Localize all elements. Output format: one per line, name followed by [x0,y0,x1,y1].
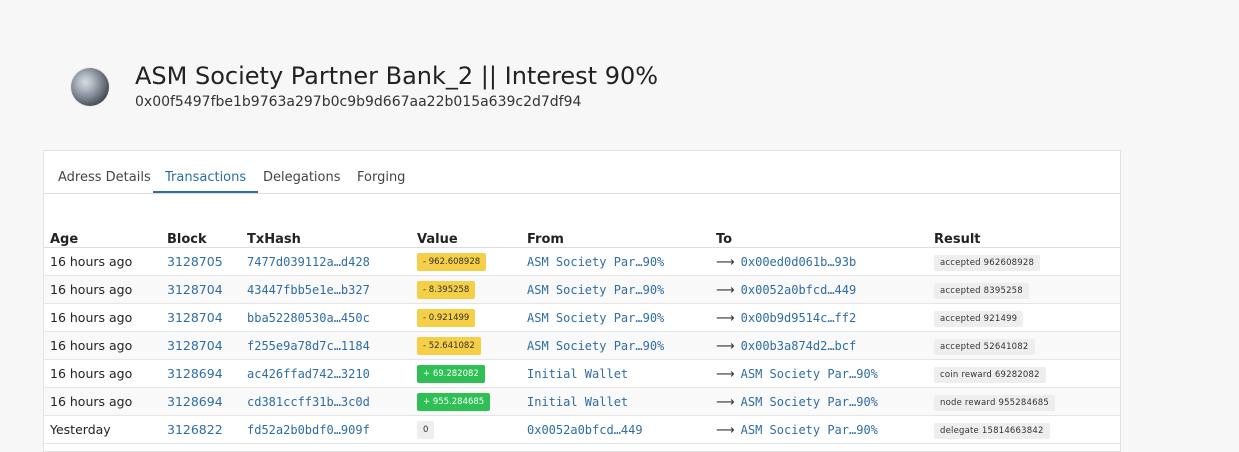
arrow-right-icon: ⟶ [716,310,735,326]
tab-delegations[interactable]: Delegations [251,151,353,193]
txhash-link[interactable]: f255e9a78d7c…1184 [247,339,370,353]
tab-address-details[interactable]: Adress Details [46,151,163,193]
txhash-link[interactable]: 7477d039112a…d428 [247,255,370,269]
table-row: Yesterday 3126822 fd52a2b0bdf0…909f 0 0x… [44,415,1120,444]
from-link[interactable]: ASM Society Par…90% [527,339,664,353]
block-link[interactable]: 3128694 [167,366,223,381]
to-link[interactable]: ASM Society Par…90% [741,395,878,409]
to-link[interactable]: 0x00b9d9514c…ff2 [741,311,857,325]
block-link[interactable]: 3128704 [167,282,223,297]
result-badge: coin reward 69282082 [934,366,1046,383]
result-badge: accepted 962608928 [934,254,1041,271]
arrow-right-icon: ⟶ [716,338,735,354]
age-cell: 16 hours ago [44,359,161,388]
block-link[interactable]: 3128705 [167,254,223,269]
txhash-link[interactable]: 43447fbb5e1e…b327 [247,283,370,297]
value-badge: 0 [417,421,435,439]
from-link[interactable]: ASM Society Par…90% [527,311,664,325]
tab-transactions[interactable]: Transactions [153,151,259,193]
block-link[interactable]: 3126822 [167,422,223,437]
block-link[interactable]: 3128694 [167,394,223,409]
age-cell: Yesterday [44,415,161,444]
table-row: 16 hours ago 3128704 f255e9a78d7c…1184 -… [44,331,1120,360]
block-link[interactable]: 3128704 [167,310,223,325]
table-row: 16 hours ago 3128704 bba52280530a…450c -… [44,303,1120,332]
table-row: 16 hours ago 3128705 7477d039112a…d428 -… [44,247,1120,276]
result-badge: delegate 15814663842 [934,422,1050,439]
block-link[interactable]: 3128704 [167,338,223,353]
from-link[interactable]: 0x0052a0bfcd…449 [527,423,643,437]
to-link[interactable]: 0x00b3a874d2…bcf [741,339,857,353]
column-header-value: Value [411,227,521,248]
arrow-right-icon: ⟶ [716,254,735,270]
arrow-right-icon: ⟶ [716,394,735,410]
to-link[interactable]: 0x00ed0d061b…93b [741,255,857,269]
table-row: 16 hours ago 3128694 cd381ccff31b…3c0d +… [44,387,1120,416]
result-badge: accepted 8395258 [934,282,1029,299]
page-title: ASM Society Partner Bank_2 || Interest 9… [135,62,659,90]
value-badge: + 69.282082 [417,365,485,383]
txhash-link[interactable]: fd52a2b0bdf0…909f [247,423,370,437]
arrow-right-icon: ⟶ [716,282,735,298]
column-header-age: Age [44,227,161,248]
to-link[interactable]: 0x0052a0bfcd…449 [741,283,857,297]
column-header-to: To [710,227,928,248]
value-badge: + 955.284685 [417,393,491,411]
column-header-result: Result [928,227,1120,248]
avatar [71,68,109,106]
txhash-link[interactable]: ac426ffad742…3210 [247,367,370,381]
from-link[interactable]: ASM Society Par…90% [527,283,664,297]
column-header-txhash: TxHash [241,227,411,248]
arrow-right-icon: ⟶ [716,422,735,438]
value-badge: - 8.395258 [417,281,476,299]
column-header-from: From [521,227,710,248]
txhash-link[interactable]: bba52280530a…450c [247,311,370,325]
age-cell: 16 hours ago [44,303,161,332]
result-badge: accepted 921499 [934,310,1024,327]
age-cell: 16 hours ago [44,331,161,360]
table-header-row: Age Block TxHash Value From To Result [44,227,1120,248]
arrow-right-icon: ⟶ [716,366,735,382]
value-badge: - 962.608928 [417,253,487,271]
value-badge: - 0.921499 [417,309,476,327]
tab-bar: Adress Details Transactions Delegations … [44,151,1120,194]
transactions-table: Age Block TxHash Value From To Result 16… [44,227,1120,444]
age-cell: 16 hours ago [44,275,161,304]
content-panel: Adress Details Transactions Delegations … [43,150,1121,452]
table-row: 16 hours ago 3128704 43447fbb5e1e…b327 -… [44,275,1120,304]
tab-forging[interactable]: Forging [345,151,417,193]
from-link[interactable]: Initial Wallet [527,395,628,409]
table-row: 16 hours ago 3128694 ac426ffad742…3210 +… [44,359,1120,388]
wallet-address: 0x00f5497fbe1b9763a297b0c9b9d667aa22b015… [135,94,582,110]
txhash-link[interactable]: cd381ccff31b…3c0d [247,395,370,409]
from-link[interactable]: Initial Wallet [527,367,628,381]
result-badge: node reward 955284685 [934,394,1055,411]
result-badge: accepted 52641082 [934,338,1035,355]
column-header-block: Block [161,227,241,248]
value-badge: - 52.641082 [417,337,481,355]
age-cell: 16 hours ago [44,247,161,276]
to-link[interactable]: ASM Society Par…90% [741,423,878,437]
age-cell: 16 hours ago [44,387,161,416]
to-link[interactable]: ASM Society Par…90% [741,367,878,381]
from-link[interactable]: ASM Society Par…90% [527,255,664,269]
